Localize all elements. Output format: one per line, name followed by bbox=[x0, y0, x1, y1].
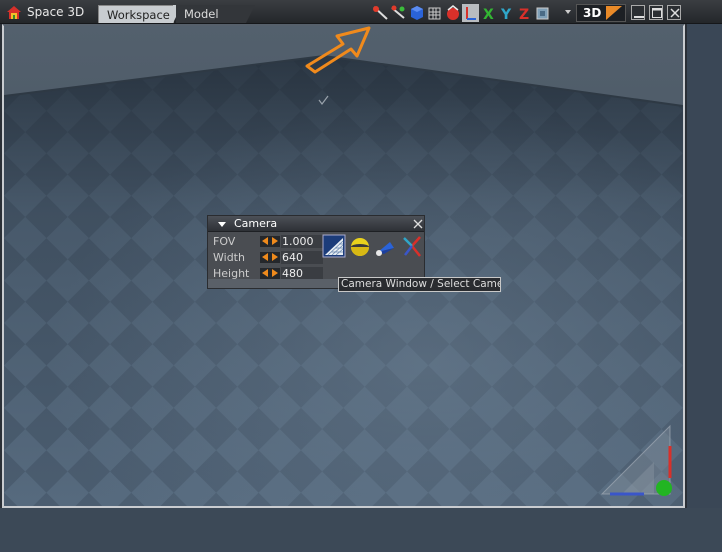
fov-stepper[interactable] bbox=[260, 236, 280, 247]
camera-window-icon[interactable] bbox=[322, 234, 346, 258]
frame-icon[interactable] bbox=[534, 4, 551, 22]
width-label: Width bbox=[213, 251, 245, 264]
axis-pointer-icon[interactable] bbox=[462, 4, 479, 22]
increment-icon[interactable] bbox=[272, 253, 278, 261]
tab-workspace[interactable]: Workspace bbox=[98, 5, 182, 23]
chevron-down-icon[interactable] bbox=[565, 10, 571, 14]
maximize-button[interactable] bbox=[649, 5, 663, 20]
camera-panel-title: Camera bbox=[234, 217, 278, 230]
grid-cube-icon[interactable] bbox=[426, 4, 443, 22]
tab-model[interactable]: Model bbox=[176, 5, 255, 23]
axis-z-icon[interactable]: Z bbox=[516, 4, 533, 22]
decrement-icon[interactable] bbox=[262, 237, 268, 245]
minimize-icon bbox=[634, 16, 644, 18]
annotation-arrow-icon bbox=[305, 26, 371, 74]
bottom-background bbox=[0, 508, 722, 552]
width-stepper[interactable] bbox=[260, 252, 280, 263]
increment-icon[interactable] bbox=[272, 269, 278, 277]
yellow-sphere-icon[interactable] bbox=[348, 234, 372, 258]
axis-x-icon[interactable]: X bbox=[480, 4, 497, 22]
flag-icon bbox=[606, 6, 622, 20]
title-bar: Space 3D Workspace Model X Y Z 3D bbox=[0, 0, 722, 24]
axis-tool-icon[interactable] bbox=[400, 234, 424, 258]
tab-label: Model bbox=[184, 7, 219, 21]
increment-icon[interactable] bbox=[272, 237, 278, 245]
fov-field[interactable]: 1.000 bbox=[281, 235, 323, 248]
decrement-icon[interactable] bbox=[262, 253, 268, 261]
axis-y-label: Y bbox=[500, 7, 512, 22]
close-button[interactable] bbox=[667, 5, 681, 20]
camera-panel-header[interactable]: Camera bbox=[208, 216, 424, 232]
axis-z-label: Z bbox=[519, 7, 529, 22]
minimize-button[interactable] bbox=[631, 5, 645, 20]
view-mode-selector[interactable]: 3D bbox=[576, 4, 626, 22]
blue-cube-icon[interactable] bbox=[408, 4, 425, 22]
spotlight-icon[interactable] bbox=[374, 234, 398, 258]
sphere-wand-icon[interactable] bbox=[372, 4, 389, 22]
axis-x-label: X bbox=[483, 7, 494, 22]
app-title: Space 3D bbox=[27, 5, 85, 19]
decrement-icon[interactable] bbox=[262, 269, 268, 277]
fov-label: FOV bbox=[213, 235, 236, 248]
app-window: Space 3D Workspace Model X Y Z 3D Camera… bbox=[0, 0, 722, 552]
app-logo-icon bbox=[7, 6, 21, 19]
view-mode-label: 3D bbox=[583, 6, 602, 20]
multi-wand-icon[interactable] bbox=[390, 4, 407, 22]
right-background bbox=[687, 24, 722, 552]
height-stepper[interactable] bbox=[260, 268, 280, 279]
width-field[interactable]: 640 bbox=[281, 251, 323, 264]
collapse-icon[interactable] bbox=[218, 222, 226, 227]
axis-y-icon[interactable]: Y bbox=[498, 4, 515, 22]
maximize-icon bbox=[652, 8, 662, 18]
close-icon bbox=[670, 8, 680, 18]
viewport-toolbar: X Y Z bbox=[372, 4, 552, 22]
tab-label: Workspace bbox=[107, 8, 170, 22]
close-icon[interactable] bbox=[412, 218, 424, 230]
tooltip: Camera Window / Select Camera bbox=[338, 277, 501, 292]
red-sphere-icon[interactable] bbox=[444, 4, 461, 22]
